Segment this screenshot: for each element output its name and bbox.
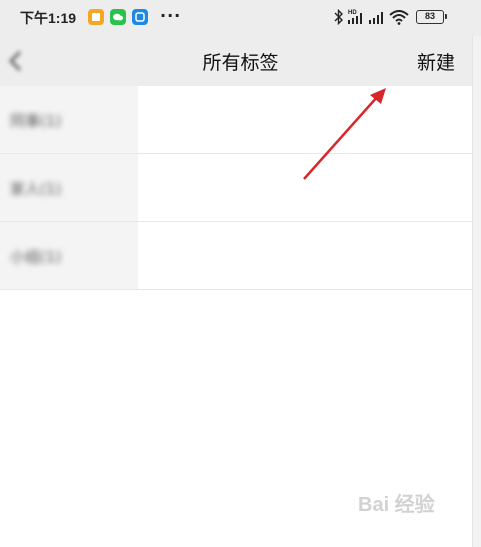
watermark: Bai 经验 <box>358 494 435 516</box>
annotation-arrow-icon <box>303 88 386 180</box>
